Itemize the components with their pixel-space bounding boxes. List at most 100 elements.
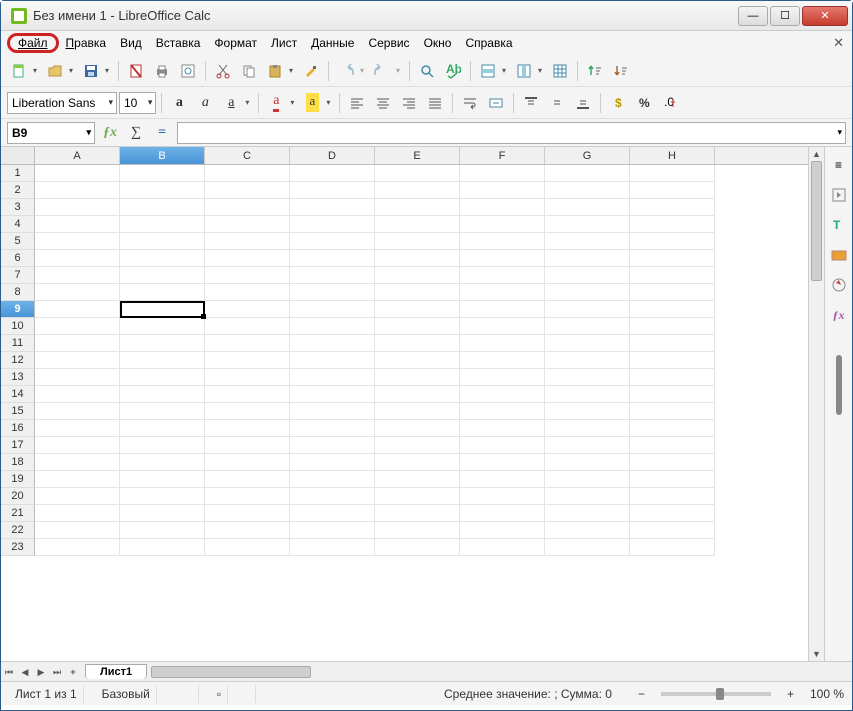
cell[interactable]	[205, 437, 290, 454]
cell[interactable]	[290, 335, 375, 352]
cell[interactable]	[375, 250, 460, 267]
status-selection-mode[interactable]: ▫	[211, 685, 228, 703]
cell[interactable]	[205, 369, 290, 386]
sort-asc-icon[interactable]	[583, 59, 607, 83]
row-header[interactable]: 3	[1, 199, 35, 216]
col-header[interactable]: G	[545, 147, 630, 164]
cell[interactable]	[290, 369, 375, 386]
cell[interactable]	[460, 301, 545, 318]
cell[interactable]	[545, 437, 630, 454]
row-header[interactable]: 8	[1, 284, 35, 301]
cell[interactable]	[375, 522, 460, 539]
cell[interactable]	[205, 420, 290, 437]
cell[interactable]	[35, 522, 120, 539]
cell[interactable]	[630, 250, 715, 267]
cell[interactable]	[290, 301, 375, 318]
cell[interactable]	[630, 199, 715, 216]
cell[interactable]	[205, 471, 290, 488]
cell[interactable]	[205, 386, 290, 403]
menu-insert[interactable]: Вставка	[149, 34, 208, 52]
cell[interactable]	[375, 539, 460, 556]
sidebar-menu-icon[interactable]: ≡	[829, 155, 849, 175]
cell[interactable]	[35, 301, 120, 318]
cell[interactable]	[545, 165, 630, 182]
cell[interactable]	[35, 318, 120, 335]
cell[interactable]	[35, 369, 120, 386]
cell[interactable]	[545, 505, 630, 522]
cell[interactable]	[290, 454, 375, 471]
cell[interactable]	[35, 250, 120, 267]
cell[interactable]	[630, 216, 715, 233]
tab-next-icon[interactable]: ▶	[33, 664, 49, 680]
sum-icon[interactable]: ∑	[125, 122, 147, 144]
cell[interactable]	[460, 284, 545, 301]
select-all-corner[interactable]	[1, 147, 35, 164]
cell[interactable]	[375, 488, 460, 505]
cell[interactable]	[545, 454, 630, 471]
save-dropdown[interactable]: ▾	[105, 66, 113, 75]
hscroll-thumb[interactable]	[151, 666, 311, 678]
align-justify-icon[interactable]	[423, 91, 447, 115]
cell[interactable]	[35, 216, 120, 233]
cell[interactable]	[375, 369, 460, 386]
cell[interactable]	[375, 284, 460, 301]
maximize-button[interactable]: ☐	[770, 6, 800, 26]
properties-icon[interactable]	[829, 185, 849, 205]
menu-tools[interactable]: Сервис	[361, 34, 416, 52]
close-button[interactable]: ✕	[802, 6, 848, 26]
cell[interactable]	[35, 437, 120, 454]
cell[interactable]	[290, 420, 375, 437]
cell[interactable]	[460, 403, 545, 420]
cell[interactable]	[205, 403, 290, 420]
cell[interactable]	[545, 403, 630, 420]
cell[interactable]	[205, 199, 290, 216]
menu-edit[interactable]: Правка	[59, 34, 114, 52]
col-header[interactable]: C	[205, 147, 290, 164]
cell[interactable]	[630, 471, 715, 488]
cell[interactable]	[120, 420, 205, 437]
cell[interactable]	[205, 233, 290, 250]
cell[interactable]	[120, 454, 205, 471]
cell[interactable]	[205, 284, 290, 301]
cell[interactable]	[205, 522, 290, 539]
cell[interactable]	[205, 165, 290, 182]
row-header[interactable]: 7	[1, 267, 35, 284]
percent-icon[interactable]: %	[632, 91, 656, 115]
cell[interactable]	[120, 471, 205, 488]
cell[interactable]	[375, 420, 460, 437]
cell[interactable]	[205, 454, 290, 471]
cell[interactable]	[290, 182, 375, 199]
paste-icon[interactable]	[263, 59, 287, 83]
row-header[interactable]: 21	[1, 505, 35, 522]
cell[interactable]	[630, 437, 715, 454]
cell[interactable]	[545, 369, 630, 386]
grid-body[interactable]: 1234567891011121314151617181920212223	[1, 165, 808, 661]
cell[interactable]	[35, 488, 120, 505]
cell[interactable]	[460, 352, 545, 369]
highlight-dropdown[interactable]: ▾	[326, 98, 334, 107]
cell[interactable]	[375, 267, 460, 284]
cell[interactable]	[460, 420, 545, 437]
cell[interactable]	[460, 488, 545, 505]
cell[interactable]	[460, 369, 545, 386]
undo-dropdown[interactable]: ▾	[360, 66, 368, 75]
underline-icon[interactable]: a	[219, 91, 243, 115]
cell[interactable]	[205, 505, 290, 522]
cell[interactable]	[290, 352, 375, 369]
cell[interactable]	[375, 403, 460, 420]
undo-icon[interactable]	[334, 59, 358, 83]
cell[interactable]	[290, 505, 375, 522]
cell[interactable]	[460, 250, 545, 267]
cell[interactable]	[120, 233, 205, 250]
row-header[interactable]: 14	[1, 386, 35, 403]
cell[interactable]	[120, 505, 205, 522]
paintbrush-icon[interactable]	[299, 59, 323, 83]
cell[interactable]	[290, 165, 375, 182]
doc-close-icon[interactable]: ✕	[833, 35, 844, 51]
minimize-button[interactable]: —	[738, 6, 768, 26]
cell[interactable]	[630, 284, 715, 301]
highlight-icon[interactable]: a	[300, 91, 324, 115]
cell[interactable]	[120, 488, 205, 505]
cell[interactable]	[375, 199, 460, 216]
col-header[interactable]: E	[375, 147, 460, 164]
